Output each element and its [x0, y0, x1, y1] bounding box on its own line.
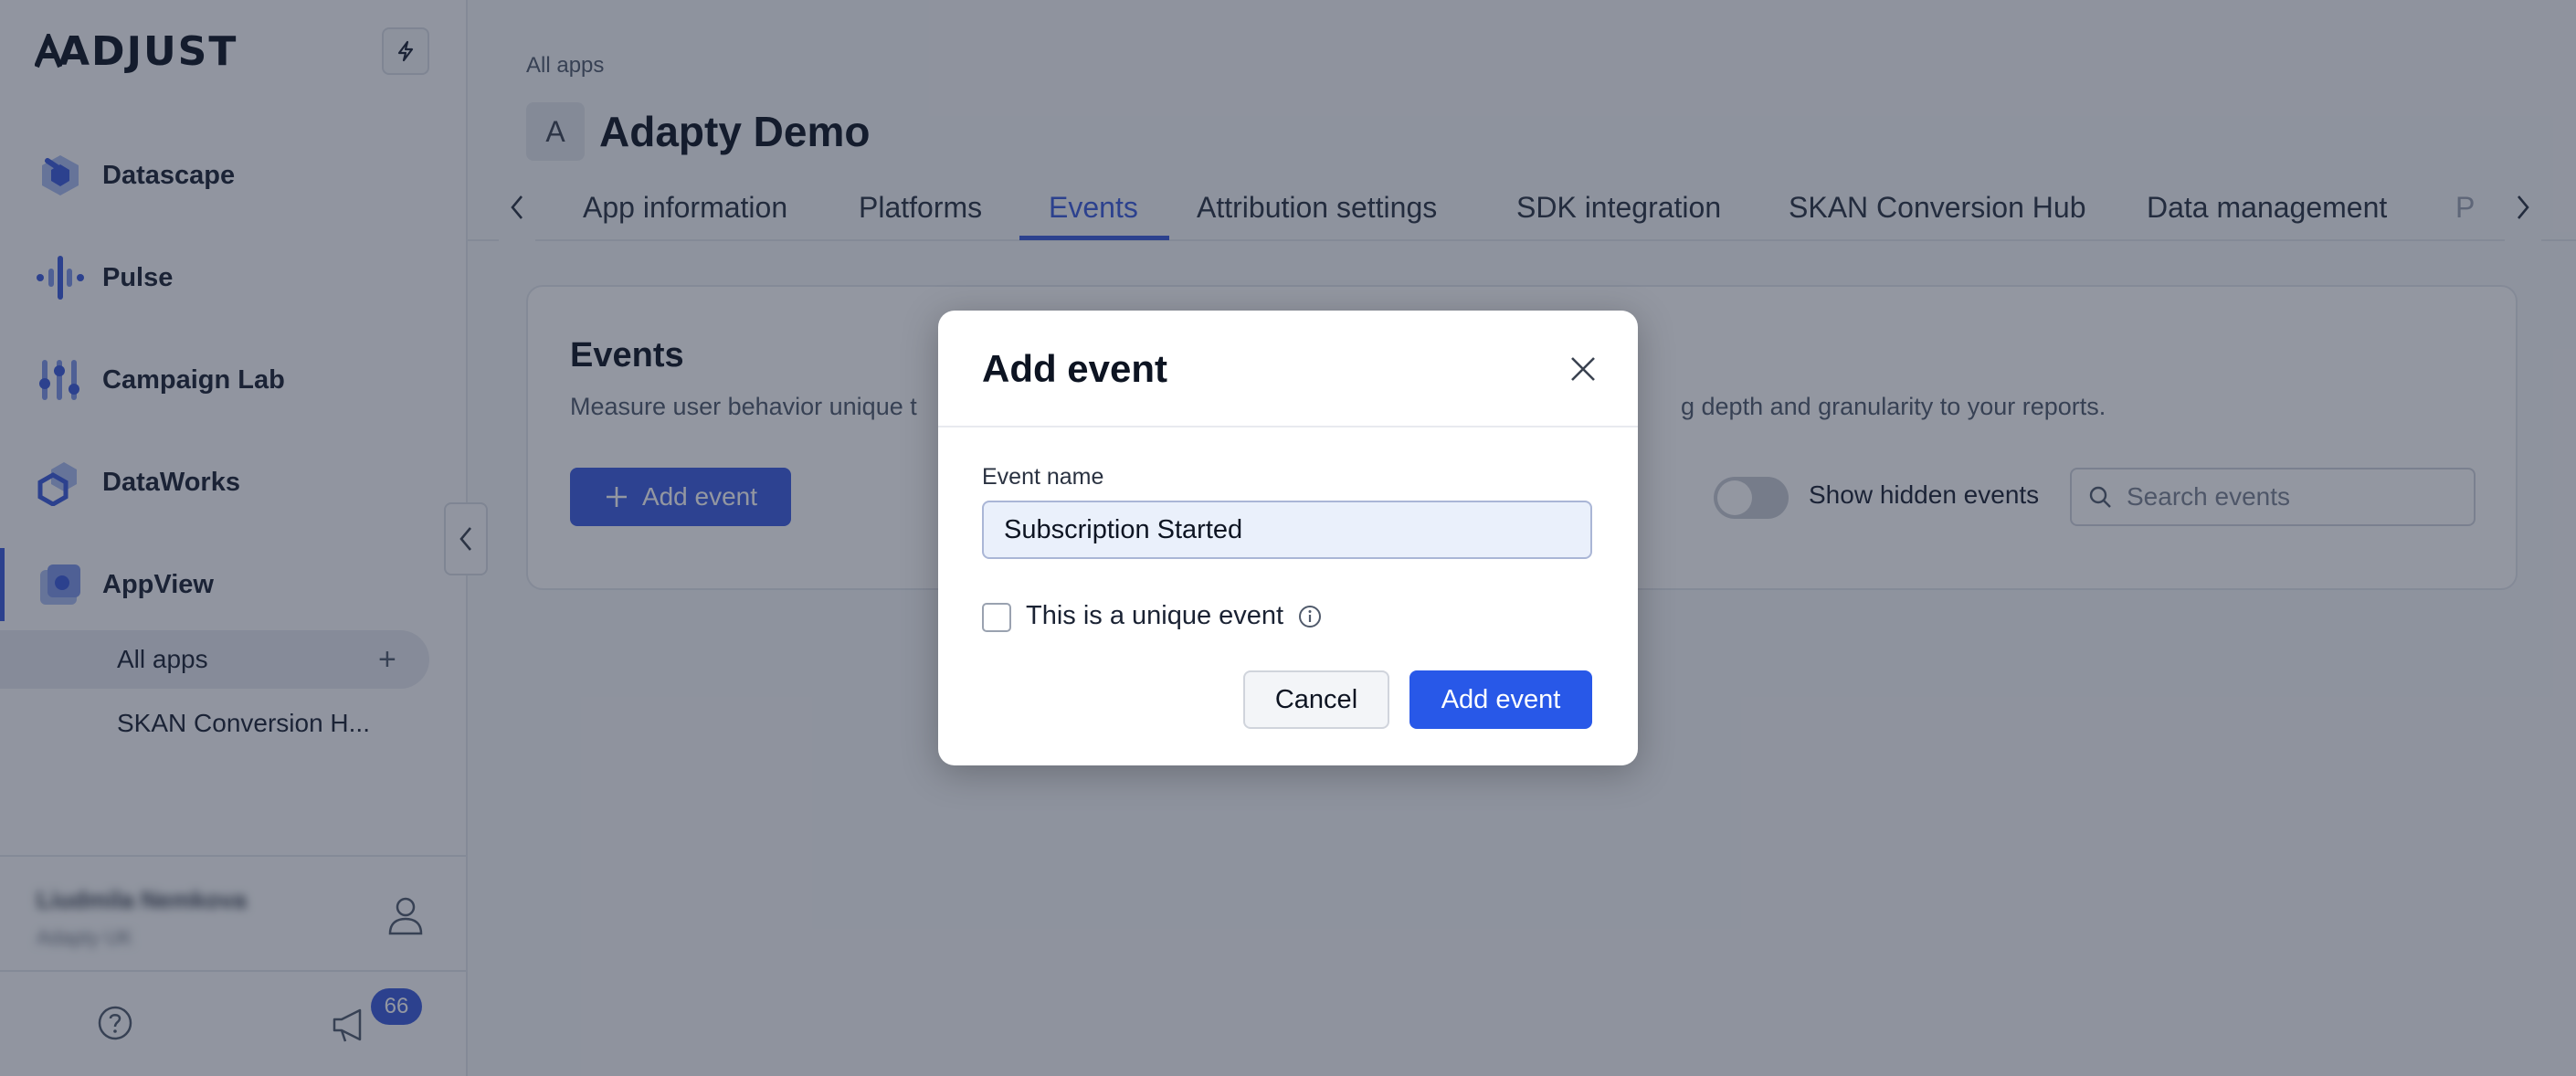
- close-dialog-button[interactable]: [1557, 343, 1609, 395]
- event-name-label: Event name: [982, 464, 1104, 490]
- unique-event-label[interactable]: This is a unique event: [1026, 601, 1283, 631]
- event-name-input[interactable]: [1004, 514, 1570, 545]
- dialog-title: Add event: [982, 347, 1168, 390]
- add-event-dialog: Add event Event name This is a unique ev…: [938, 311, 1638, 765]
- submit-add-event-button[interactable]: Add event: [1409, 670, 1592, 729]
- cancel-button[interactable]: Cancel: [1243, 670, 1389, 729]
- dialog-header: Add event: [938, 311, 1638, 427]
- event-name-field[interactable]: [982, 501, 1592, 559]
- info-icon[interactable]: [1298, 605, 1322, 628]
- unique-event-checkbox[interactable]: [982, 603, 1011, 632]
- close-icon: [1571, 357, 1595, 381]
